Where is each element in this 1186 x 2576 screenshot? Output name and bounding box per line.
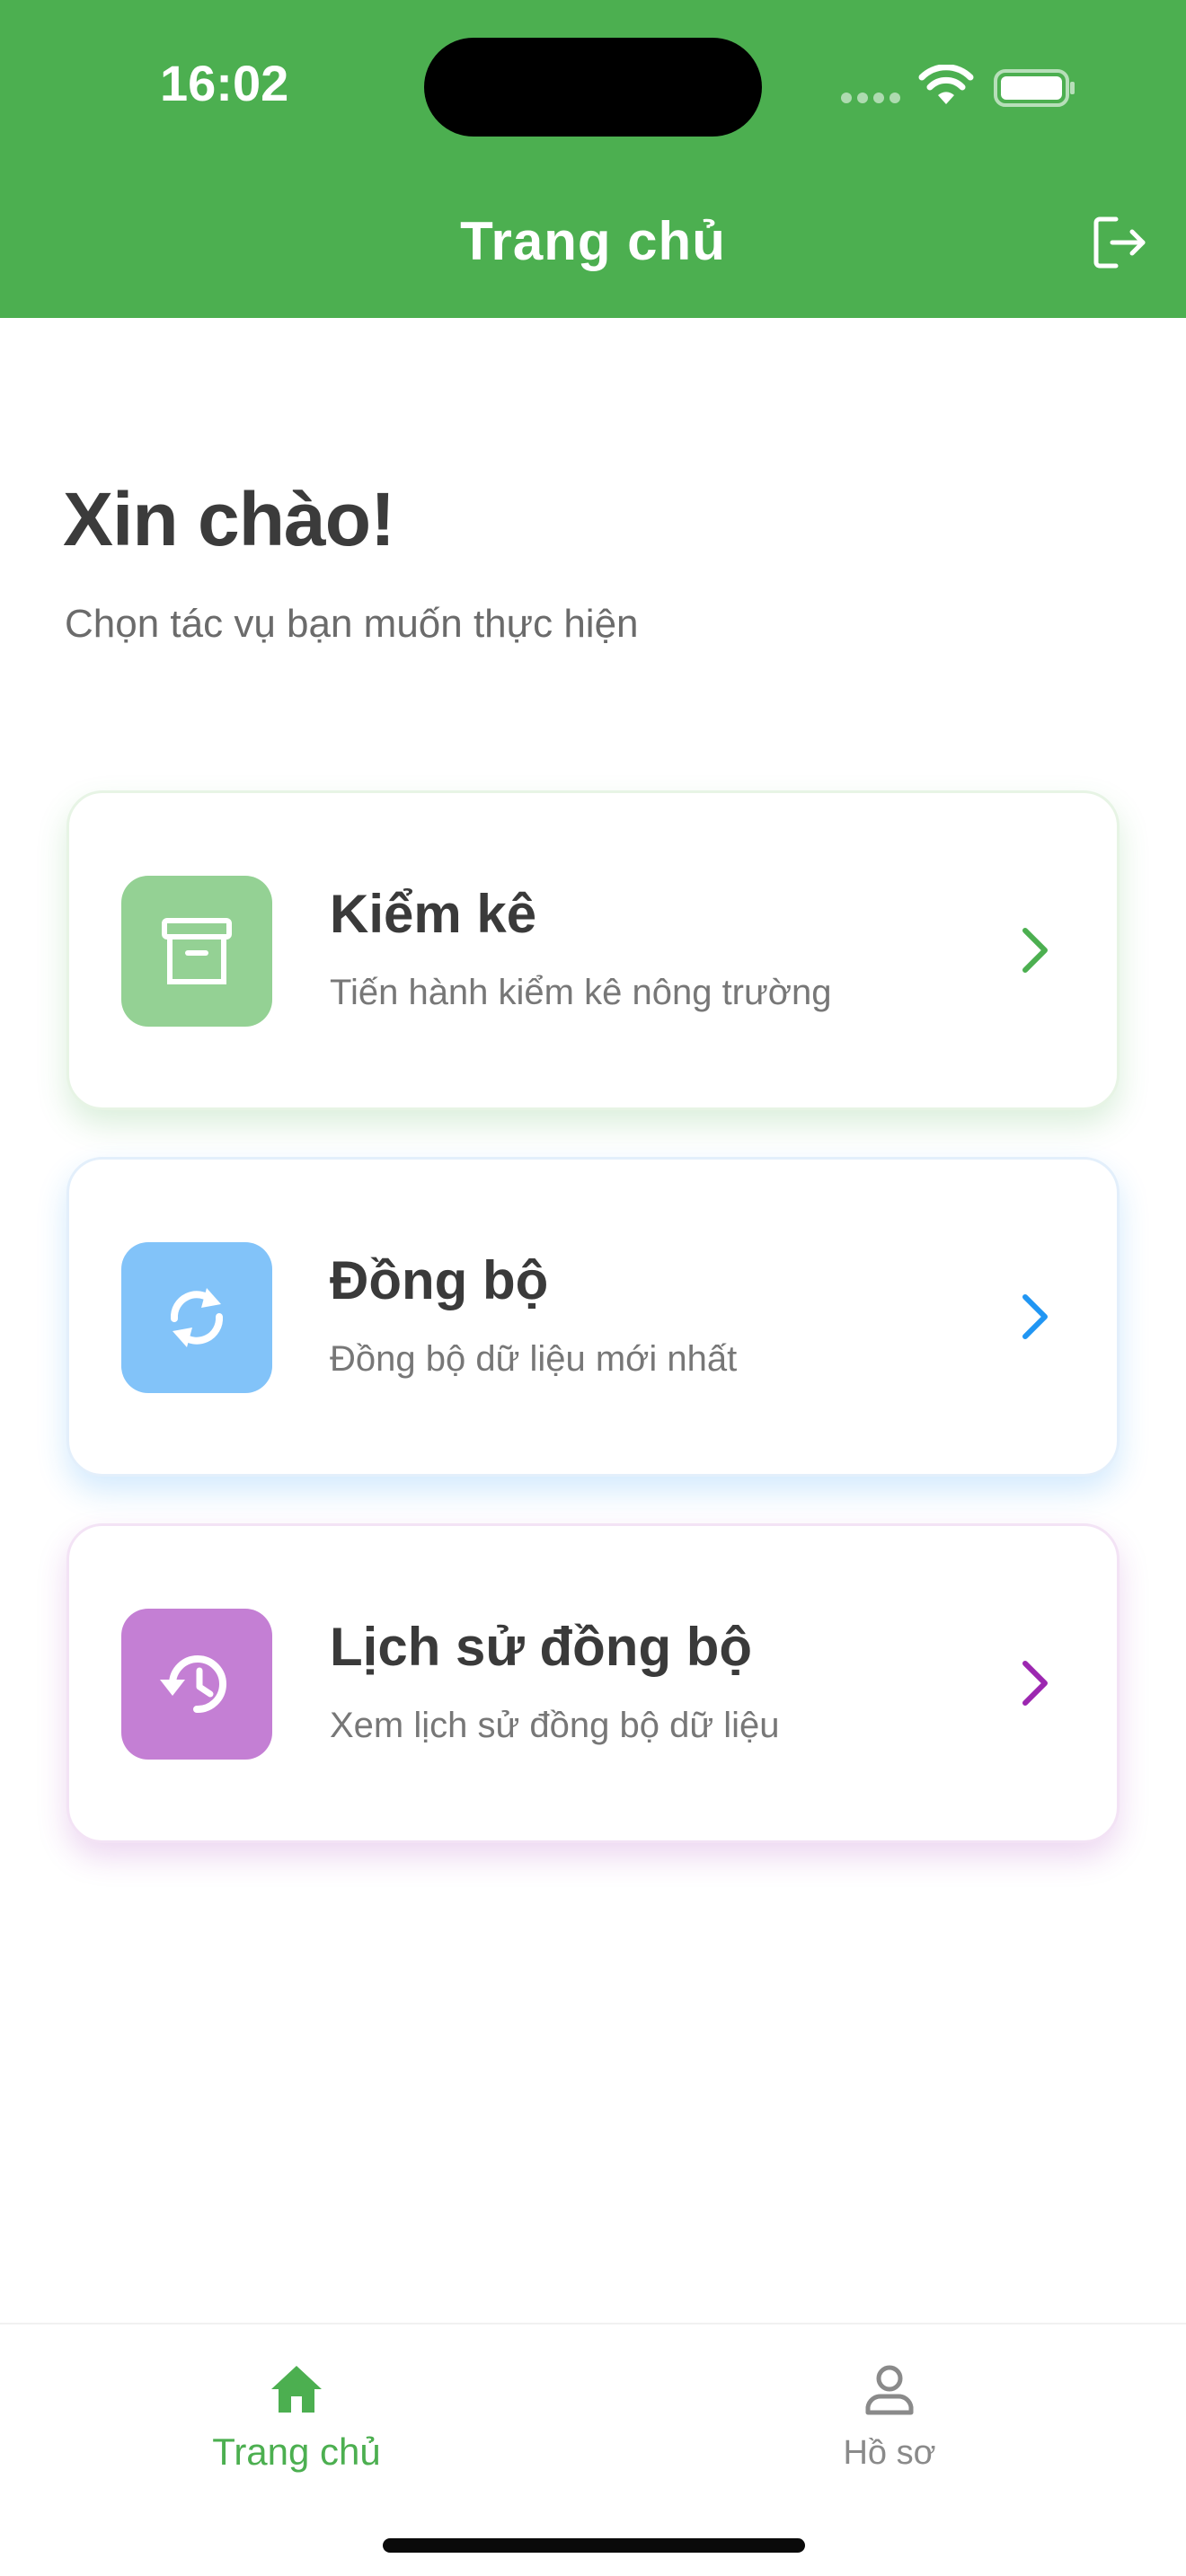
chevron-right-icon [1022,1294,1048,1339]
person-icon [865,2365,914,2415]
card-description: Xem lịch sử đồng bộ dữ liệu [330,1706,780,1745]
dynamic-island [424,38,762,137]
logout-button[interactable] [1085,208,1154,277]
sync-history-card[interactable]: Lịch sử đồng bộ Xem lịch sử đồng bộ dữ l… [66,1523,1120,1843]
tab-home[interactable]: Trang chủ [180,2360,413,2474]
home-icon [271,2366,322,2413]
greeting-title: Xin chào! [63,477,395,561]
inventory-card[interactable]: Kiểm kê Tiến hành kiểm kê nông trường [66,790,1120,1110]
card-icon-box [121,1242,272,1393]
sync-card[interactable]: Đồng bộ Đồng bộ dữ liệu mới nhất [66,1157,1120,1477]
page-title: Trang chủ [460,211,726,271]
archive-icon [162,918,232,984]
home-indicator [383,2538,805,2553]
greeting-subtitle: Chọn tác vụ bạn muốn thực hiện [65,602,639,646]
card-title: Kiểm kê [330,884,537,944]
status-time: 16:02 [160,55,289,111]
tab-profile-label: Hồ sơ [843,2434,936,2472]
signal-icon [841,92,906,108]
card-icon-box [121,1609,272,1760]
card-title: Lịch sử đồng bộ [330,1617,753,1677]
card-description: Đồng bộ dữ liệu mới nhất [330,1339,738,1379]
chevron-right-icon [1022,928,1048,973]
card-title: Đồng bộ [330,1250,549,1310]
home-screen: 16:02 Trang chủ Xin chào! Chọn tác vụ bạ… [0,0,1186,2576]
wifi-icon [918,65,974,104]
card-description: Tiến hành kiểm kê nông trường [330,973,832,1012]
history-icon [160,1655,226,1714]
card-icon-box [121,876,272,1027]
chevron-right-icon [1022,1661,1048,1706]
tab-home-label: Trang chủ [212,2430,381,2473]
logout-icon [1093,216,1146,269]
tab-profile[interactable]: Hồ sơ [773,2360,1006,2473]
sync-icon [170,1288,224,1347]
app-header: 16:02 Trang chủ [0,0,1186,318]
battery-icon [994,69,1075,107]
